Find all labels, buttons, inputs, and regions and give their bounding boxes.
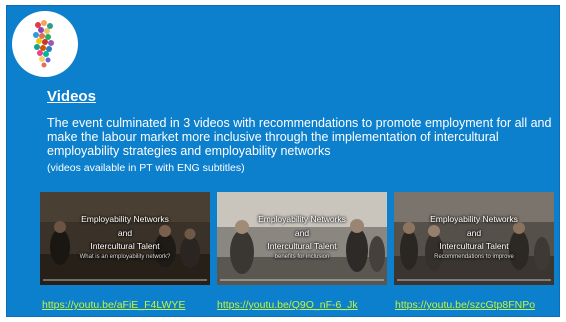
slide-panel: Videos The event culminated in 3 videos … bbox=[6, 5, 560, 317]
video-title-line: and bbox=[117, 228, 133, 238]
video-link-2[interactable]: https://youtu.be/Q9O_nF-6_Jk bbox=[217, 299, 358, 311]
video-title-line: Employability Networks bbox=[430, 214, 518, 224]
video-title-line: Intercultural Talent bbox=[439, 241, 509, 251]
video-thumbnail-1[interactable]: Employability Networks and Intercultural… bbox=[40, 192, 210, 285]
video-title-line: Intercultural Talent bbox=[90, 241, 160, 251]
video-title-line: Employability Networks bbox=[258, 214, 346, 224]
video-subtitle: benefits for inclusion bbox=[274, 254, 330, 260]
video-progress-bar[interactable] bbox=[220, 279, 384, 281]
video-title-line: Intercultural Talent bbox=[267, 241, 337, 251]
conference-scene-image bbox=[40, 192, 210, 285]
video-subtitle: What is an employability network? bbox=[79, 254, 171, 260]
video-title-line: and bbox=[294, 228, 310, 238]
video-progress-bar[interactable] bbox=[43, 279, 207, 281]
language-note: (videos available in PT with ENG subtitl… bbox=[47, 162, 245, 174]
video-subtitle: Recommendations to improve bbox=[434, 254, 514, 260]
video-link-1[interactable]: https://youtu.be/aFiE_F4LWYE bbox=[42, 299, 185, 311]
video-title-line: and bbox=[466, 228, 482, 238]
video-progress-bar[interactable] bbox=[397, 279, 551, 281]
video-thumbnail-2[interactable]: Employability Networks and Intercultural… bbox=[217, 192, 387, 285]
section-title: Videos bbox=[47, 88, 96, 105]
audience-scene-image bbox=[394, 192, 554, 285]
video-title-line: Employability Networks bbox=[81, 214, 169, 224]
video-link-3[interactable]: https://youtu.be/szcGtp8FNPo bbox=[395, 299, 535, 311]
networking-scene-image bbox=[217, 192, 387, 285]
video-thumbnail-3[interactable]: Employability Networks and Intercultural… bbox=[394, 192, 554, 285]
description-text: The event culminated in 3 videos with re… bbox=[47, 116, 552, 158]
colorful-dots-logo-icon bbox=[12, 11, 78, 77]
